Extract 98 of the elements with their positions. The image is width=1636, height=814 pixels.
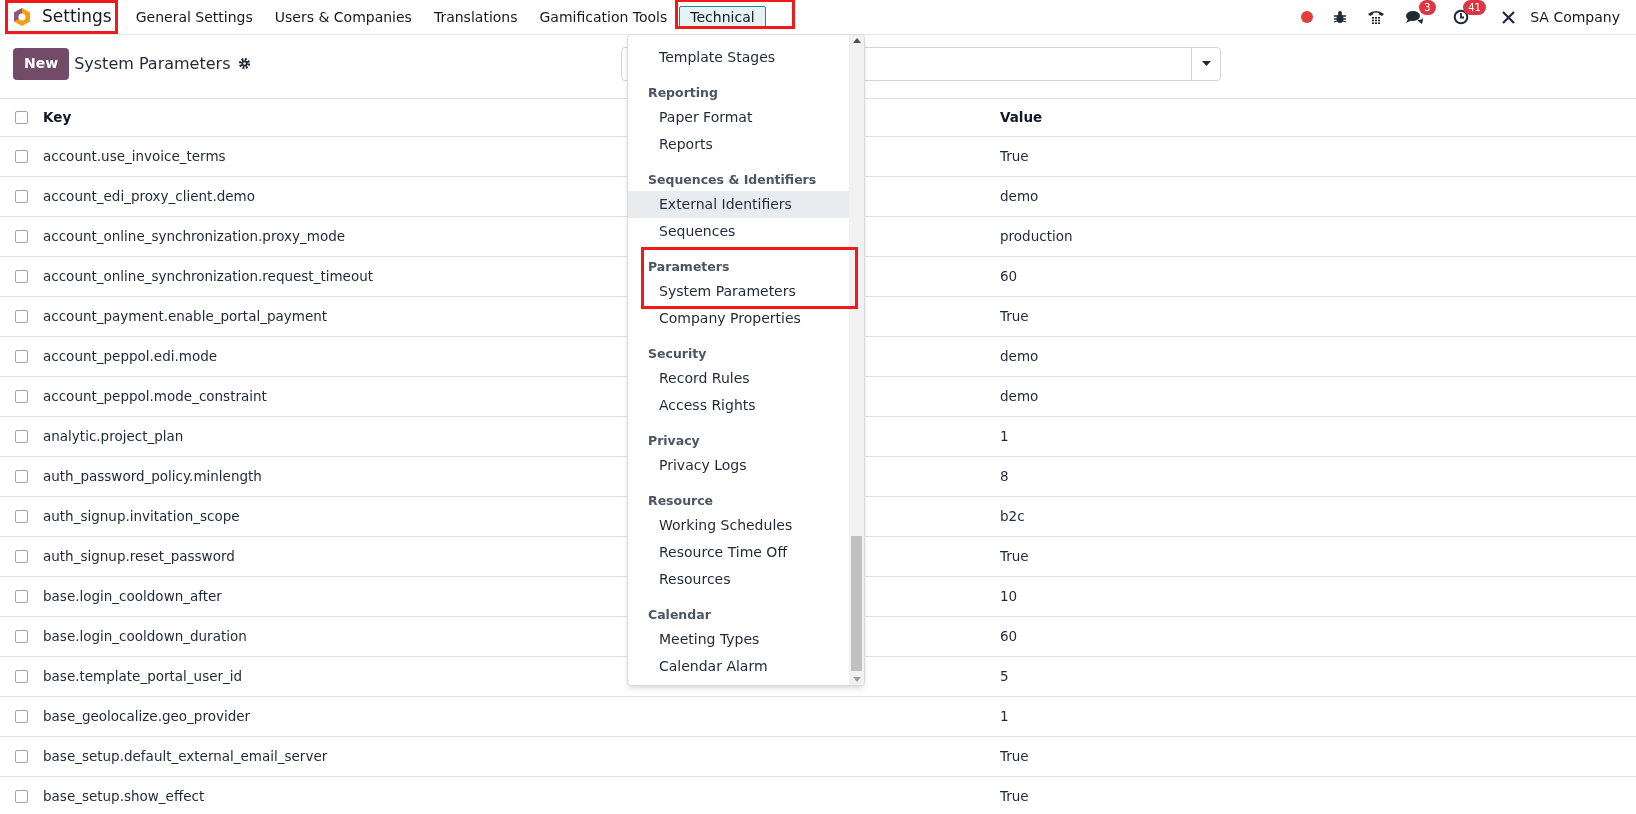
dropdown-item[interactable]: Resources [628, 566, 849, 593]
dropdown-item[interactable]: Meeting Types [628, 626, 849, 653]
dropdown-item[interactable]: Record Rules [628, 365, 849, 392]
column-header[interactable]: Value [1000, 107, 1043, 128]
table-cell: base.login_cooldown_after [43, 588, 222, 605]
scroll-up-icon[interactable] [852, 38, 861, 43]
table-cell-text: demo [1000, 347, 1039, 367]
table-cell-text: True [1000, 747, 1029, 767]
menu-section-header: Resource [647, 492, 715, 510]
table-cell-text: 60 [1000, 627, 1018, 647]
checkbox[interactable] [15, 550, 28, 563]
dropdown-item[interactable]: Sequences [628, 218, 849, 245]
table-cell: base_setup.show_effect [43, 788, 205, 805]
app-logo-icon[interactable] [12, 7, 32, 27]
bug-icon[interactable] [1333, 10, 1348, 24]
menu-section-header: Security [647, 345, 708, 363]
table-cell: base.template_portal_user_id [43, 668, 243, 685]
checkbox[interactable] [15, 430, 28, 443]
scrollbar-thumb[interactable] [851, 536, 862, 671]
caret-icon [1202, 61, 1211, 66]
checkbox[interactable] [15, 150, 28, 163]
checkbox[interactable] [15, 230, 28, 243]
dropdown-item[interactable]: Paper Format [628, 104, 849, 131]
checkbox[interactable] [15, 350, 28, 363]
table-cell: account_peppol.edi.mode [43, 348, 218, 365]
dropdown-item[interactable]: Reports [628, 131, 849, 158]
page-title: System Parameters [74, 52, 231, 75]
checkbox[interactable] [15, 510, 28, 523]
table-cell: account_online_synchronization.proxy_mode [43, 228, 346, 245]
table-cell-text: 1 [1000, 427, 1009, 447]
dropdown-item[interactable]: Company Properties [628, 305, 849, 332]
checkbox[interactable] [15, 590, 28, 603]
table-cell-text: 1 [1000, 707, 1009, 727]
table-cell: account.use_invoice_terms [43, 148, 226, 165]
table-cell-text: True [1000, 547, 1029, 567]
checkbox[interactable] [15, 630, 28, 643]
table-cell-text: production [1000, 227, 1073, 247]
table-cell: base_setup.default_external_email_server [43, 748, 328, 765]
table-cell: auth_signup.reset_password [43, 548, 235, 565]
menu-section-header: Privacy [647, 432, 701, 450]
dropdown-item[interactable]: Template Stages [628, 44, 849, 71]
dropdown-item[interactable]: Resource Time Off [628, 539, 849, 566]
checkbox[interactable] [15, 750, 28, 763]
table-cell: auth_password_policy.minlength [43, 468, 262, 485]
app-title[interactable]: Settings [42, 4, 112, 30]
chat-icon[interactable] [1405, 9, 1426, 25]
table-cell-text: b2c [1000, 507, 1025, 527]
table-cell-text: True [1000, 147, 1029, 167]
table-cell-text: True [1000, 307, 1029, 327]
scroll-down-icon[interactable] [852, 677, 861, 682]
notification-badge: 41 [1463, 0, 1486, 15]
checkbox[interactable] [15, 270, 28, 283]
checkbox[interactable] [15, 390, 28, 403]
notification-badge: 3 [1419, 0, 1436, 15]
table-cell: account_edi_proxy_client.demo [43, 188, 255, 205]
menu-item[interactable]: Gamification Tools [529, 6, 678, 28]
table-cell-text: 60 [1000, 267, 1018, 287]
checkbox[interactable] [15, 470, 28, 483]
table-cell-text: 5 [1000, 667, 1009, 687]
checkbox[interactable] [15, 111, 28, 124]
table-cell: auth_signup.invitation_scope [43, 508, 240, 525]
checkbox[interactable] [15, 790, 28, 803]
menu-item[interactable]: General Settings [125, 6, 263, 28]
menu-item[interactable]: Technical [679, 6, 766, 28]
checkbox[interactable] [15, 670, 28, 683]
table-cell: analytic.project_plan [43, 428, 184, 445]
dropdown-item[interactable]: Working Schedules [628, 512, 849, 539]
dropdown-item[interactable]: System Parameters [628, 278, 849, 305]
menu-section-header: Calendar [647, 606, 712, 624]
column-header[interactable]: Key [43, 109, 72, 126]
menu-section-header: Parameters [647, 258, 731, 276]
table-cell-text: 10 [1000, 587, 1018, 607]
table-cell: account_payment.enable_portal_payment [43, 308, 328, 325]
settings-icon[interactable] [238, 57, 252, 70]
menu-item[interactable]: Users & Companies [264, 6, 422, 28]
checkbox[interactable] [15, 710, 28, 723]
menu-item[interactable]: Translations [423, 6, 528, 28]
table-cell: account_peppol.mode_constraint [43, 388, 267, 405]
dropdown-item[interactable]: Access Rights [628, 392, 849, 419]
table-cell: base_geolocalize.geo_provider [43, 708, 251, 725]
table-cell-text: True [1000, 787, 1029, 807]
dropdown-item[interactable]: Privacy Logs [628, 452, 849, 479]
checkbox[interactable] [15, 190, 28, 203]
table-cell: account_online_synchronization.request_timeout [43, 268, 374, 285]
dropdown-item[interactable]: External Identifiers [628, 191, 849, 218]
clock-icon[interactable] [1453, 9, 1470, 25]
checkbox[interactable] [15, 310, 28, 323]
table-cell-text: demo [1000, 187, 1039, 207]
dropdown-item[interactable]: Calendar Alarm [628, 653, 849, 680]
new-button[interactable]: New [13, 47, 70, 80]
phone-icon[interactable] [1367, 9, 1386, 25]
scrollbar[interactable] [849, 35, 864, 685]
table-cell-text: 8 [1000, 467, 1009, 487]
table-cell: base.login_cooldown_duration [43, 628, 247, 645]
menu-section-header: Sequences & Identifiers [647, 171, 818, 189]
menu-section-header: Reporting [647, 84, 719, 102]
table-cell-text: demo [1000, 387, 1039, 407]
company-switcher[interactable]: SA Company [1530, 6, 1620, 28]
